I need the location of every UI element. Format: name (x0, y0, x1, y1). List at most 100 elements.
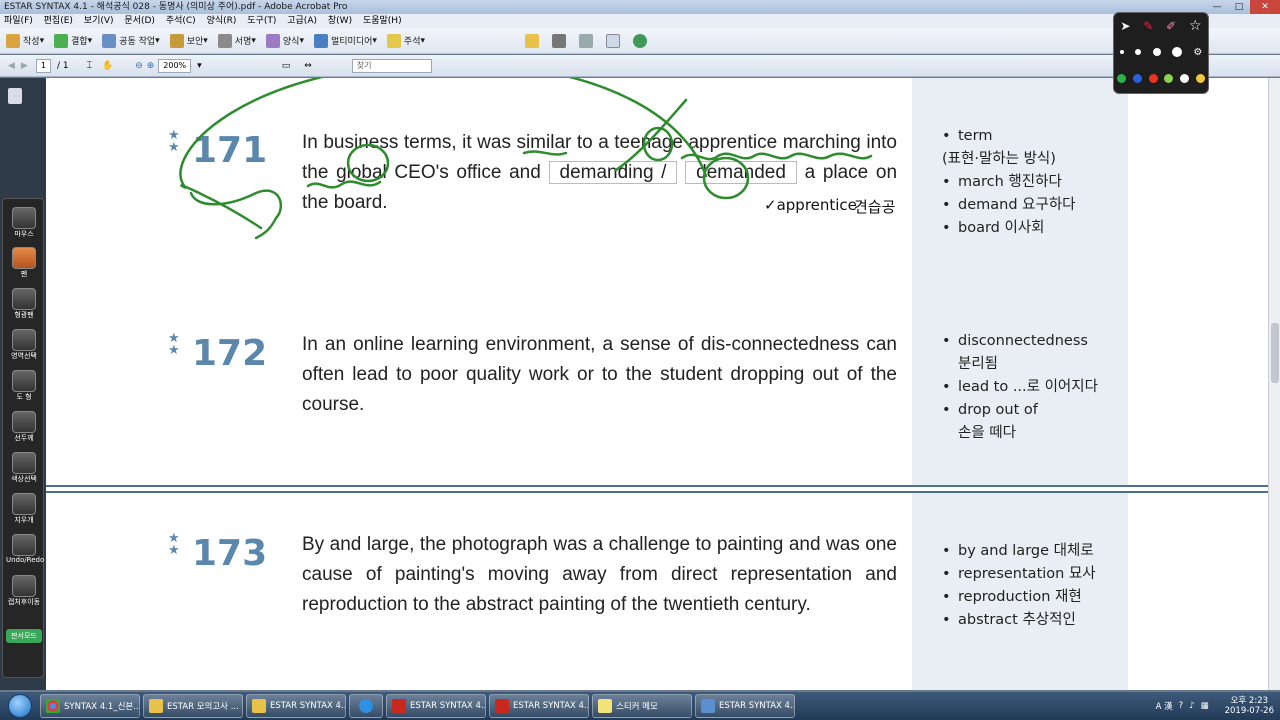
size-xlarge-icon[interactable] (1171, 47, 1182, 57)
print-button[interactable] (552, 33, 569, 48)
zoom-dropdown-icon[interactable]: ▾ (197, 61, 202, 71)
email-button[interactable] (606, 33, 623, 48)
tool-mouse[interactable]: 마우스 (6, 207, 42, 239)
star-shape-icon[interactable]: ☆ (1189, 18, 1202, 34)
tool-undo-redo[interactable]: Undo/Redo (6, 534, 44, 564)
sign-button[interactable]: 서명 ▾ (217, 33, 256, 48)
zoom-in-icon[interactable]: ⊕ (147, 61, 155, 71)
brush-icon[interactable]: ✐ (1166, 19, 1176, 33)
taskbar-item-estar[interactable]: ESTAR SYNTAX 4... (695, 694, 795, 718)
combine-button[interactable]: 결합 ▾ (54, 33, 92, 48)
secure-button[interactable]: 보안 ▾ (169, 33, 208, 48)
scrollbar-thumb[interactable] (1271, 323, 1279, 383)
taskbar-item-chrome[interactable]: SYNTAX 4.1_신본... (40, 694, 140, 718)
volume-icon[interactable]: ♪ (1189, 701, 1194, 711)
help-icon[interactable]: ? (1179, 701, 1184, 711)
vocab-item: reproduction 재현 (942, 586, 1122, 609)
choice-demanded: demanded (685, 161, 797, 184)
vocab-term: reproduction 재현 (958, 589, 1082, 605)
ink-note-word-text: apprentice (776, 196, 857, 214)
taskbar-item-sticky-notes[interactable]: 스티커 메모 (592, 694, 692, 718)
create-button[interactable]: 작성 ▾ (6, 33, 44, 48)
color-yellow-icon[interactable] (1195, 73, 1205, 83)
choice-demanding: demanding / (548, 161, 678, 184)
menu-edit[interactable]: 편집(E) (44, 16, 73, 26)
web-button[interactable] (633, 33, 650, 48)
vertical-scrollbar[interactable] (1268, 78, 1280, 690)
lock-icon (169, 33, 184, 48)
combine-icon (54, 33, 69, 48)
color-lime-icon[interactable] (1164, 73, 1174, 83)
tool-capture-label: 캡처후이동 (7, 598, 41, 606)
pen-tool-palette: 마우스 펜 형광펜 영역선택 도 형 선두께 색상선택 지우개 Undo/Red… (2, 198, 44, 678)
menu-forms[interactable]: 양식(R) (207, 16, 237, 26)
comment-icon (386, 33, 401, 48)
menu-view[interactable]: 보기(V) (84, 16, 114, 26)
select-tool-icon[interactable]: ⌶ (87, 61, 92, 71)
star-icon: ★ ★ (168, 128, 180, 155)
tool-color-select[interactable]: 색상선택 (6, 452, 42, 484)
main-toolbar: 작성 ▾ 결합 ▾ 공동 작업 ▾ 보안 ▾ 서명 ▾ 양식 ▾ 멀티미디어 ▾ 주석 ▾ (0, 28, 1280, 54)
start-button[interactable] (0, 692, 40, 720)
printer-icon (552, 33, 567, 48)
tool-area-select[interactable]: 영역선택 (6, 329, 42, 361)
size-large-icon[interactable] (1152, 48, 1161, 56)
pdf-icon (495, 699, 509, 713)
color-blue-icon[interactable] (1132, 73, 1142, 83)
taskbar-item-acrobat1[interactable]: ESTAR SYNTAX 4... (386, 694, 486, 718)
menu-advanced[interactable]: 고급(A) (287, 16, 317, 26)
zoom-level-select[interactable]: 200% (158, 58, 192, 73)
fit-width-icon[interactable]: ⇔ (304, 61, 312, 71)
color-white-icon[interactable] (1179, 73, 1189, 83)
taskbar-item-folder1[interactable]: ESTAR 모의고사 ... (143, 694, 243, 718)
gear-icon[interactable]: ⚙ (1193, 47, 1202, 58)
menu-tools[interactable]: 도구(T) (247, 16, 276, 26)
menu-file[interactable]: 파일(F) (4, 16, 33, 26)
question-number-172: 172 (192, 333, 268, 374)
pen-icon[interactable]: ✎ (1143, 19, 1153, 33)
maximize-button[interactable]: □ (1228, 0, 1250, 14)
taskbar-item-acrobat2[interactable]: ESTAR SYNTAX 4... (489, 694, 589, 718)
network-icon[interactable]: ▦ (1201, 701, 1209, 711)
tool-line-width[interactable]: 선두께 (6, 411, 42, 443)
tool-capture[interactable]: 캡처후이동 (6, 575, 42, 607)
forms-button[interactable]: 양식 ▾ (265, 33, 304, 48)
tool-shape[interactable]: 도 형 (6, 370, 42, 402)
page-number-input[interactable]: 1 (35, 58, 51, 73)
menu-help[interactable]: 도움말(H) (363, 16, 402, 26)
taskbar-item-folder2[interactable]: ESTAR SYNTAX 4... (246, 694, 346, 718)
menu-window[interactable]: 창(W) (328, 16, 352, 26)
open-button[interactable] (525, 33, 542, 48)
prev-page-icon[interactable]: ◀ (8, 61, 15, 71)
sign-label: 서명 (234, 37, 252, 47)
zoom-out-icon[interactable]: ⊖ (135, 61, 143, 71)
menu-comments[interactable]: 주석(C) (166, 16, 196, 26)
vocab-item: march 행진하다 (942, 171, 1122, 194)
menu-bar: 파일(F) 편집(E) 보기(V) 문서(D) 주석(C) 양식(R) 도구(T… (0, 14, 1280, 28)
collaborate-button[interactable]: 공동 작업 ▾ (102, 33, 160, 48)
tool-board-mode[interactable]: 판서모드 (6, 629, 42, 643)
taskbar-item-ie[interactable] (349, 694, 383, 718)
ime-indicator[interactable]: A 漢 (1156, 700, 1173, 712)
close-button[interactable]: ✕ (1250, 0, 1280, 14)
size-small-icon[interactable] (1119, 50, 1124, 54)
tool-pen[interactable]: 펜 (6, 247, 42, 279)
pages-icon[interactable] (8, 88, 22, 104)
tool-eraser[interactable]: 지우개 (6, 493, 42, 525)
tool-highlighter[interactable]: 형광펜 (6, 288, 42, 320)
color-red-icon[interactable] (1148, 73, 1158, 83)
minimize-button[interactable]: — (1206, 0, 1228, 14)
create-label: 작성 (23, 37, 40, 47)
find-input[interactable]: 찾기 (351, 58, 432, 73)
fit-page-icon[interactable]: ▭ (282, 61, 291, 71)
next-page-icon[interactable]: ▶ (21, 61, 28, 71)
menu-document[interactable]: 문서(D) (124, 16, 155, 26)
size-medium-icon[interactable] (1135, 49, 1142, 55)
multimedia-button[interactable]: 멀티미디어 ▾ (313, 33, 377, 48)
clock[interactable]: 오후 2:23 2019-07-26 (1225, 696, 1274, 716)
color-green-icon[interactable] (1117, 73, 1127, 83)
comment-button[interactable]: 주석 ▾ (386, 33, 425, 48)
pointer-icon[interactable]: ➤ (1120, 19, 1130, 33)
save-button[interactable] (579, 33, 596, 48)
hand-tool-icon[interactable]: ✋ (102, 61, 113, 71)
